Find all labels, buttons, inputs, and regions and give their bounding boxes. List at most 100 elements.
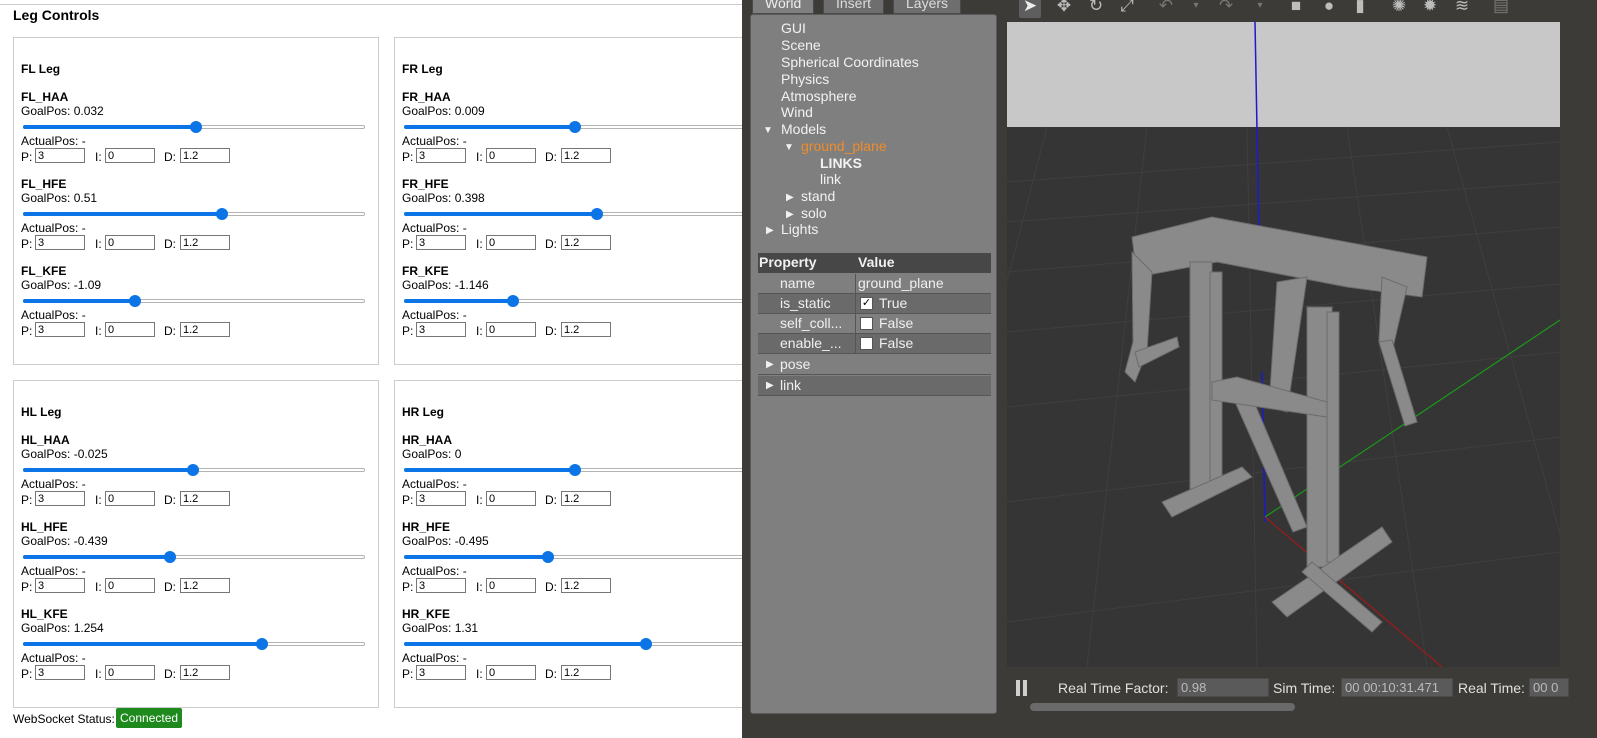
tree-item-wind[interactable]: Wind — [781, 104, 813, 120]
i-gain-input[interactable] — [105, 148, 155, 163]
expanded-arrow-icon[interactable]: ▼ — [784, 142, 794, 153]
tab-insert[interactable]: Insert — [823, 0, 885, 14]
i-gain-input[interactable] — [105, 491, 155, 506]
redo-dropdown-icon[interactable]: ▾ — [1249, 0, 1271, 18]
undo-icon[interactable]: ↶ — [1155, 0, 1177, 18]
d-gain-input[interactable] — [561, 578, 611, 593]
collapsed-arrow-icon[interactable]: ▶ — [786, 209, 794, 220]
goal-position-slider[interactable] — [23, 207, 365, 221]
d-gain-input[interactable] — [180, 322, 230, 337]
goal-position-slider[interactable] — [404, 294, 746, 308]
box-icon[interactable]: ■ — [1285, 0, 1307, 18]
p-gain-input[interactable] — [416, 578, 466, 593]
collapsed-arrow-icon[interactable]: ▶ — [766, 359, 774, 370]
property-row-self-collide[interactable]: self_coll... False — [758, 314, 991, 334]
i-gain-input[interactable] — [486, 322, 536, 337]
p-gain-input[interactable] — [35, 665, 85, 680]
tree-item-ground-plane[interactable]: ground_plane — [801, 138, 887, 154]
tab-layers[interactable]: Layers — [893, 0, 962, 14]
cylinder-icon[interactable]: ▮ — [1349, 0, 1371, 18]
slider-thumb[interactable] — [164, 551, 177, 563]
spot-light-icon[interactable]: ✹ — [1419, 0, 1441, 18]
i-gain-input[interactable] — [105, 665, 155, 680]
slider-thumb[interactable] — [256, 638, 269, 650]
goal-position-slider[interactable] — [404, 207, 746, 221]
directional-light-icon[interactable]: ≋ — [1451, 0, 1473, 18]
p-gain-input[interactable] — [416, 235, 466, 250]
property-row-link[interactable]: ▶ link — [758, 376, 991, 396]
p-gain-input[interactable] — [35, 578, 85, 593]
property-row-name[interactable]: name ground_plane — [758, 274, 991, 294]
tree-item-solo[interactable]: solo — [801, 205, 827, 221]
sphere-icon[interactable]: ● — [1318, 0, 1340, 18]
collapsed-arrow-icon[interactable]: ▶ — [766, 225, 774, 236]
p-gain-input[interactable] — [416, 148, 466, 163]
slider-thumb[interactable] — [569, 121, 582, 133]
slider-thumb[interactable] — [506, 295, 519, 307]
is-static-checkbox[interactable]: ✓ — [860, 297, 873, 310]
i-gain-input[interactable] — [105, 235, 155, 250]
tree-item-stand[interactable]: stand — [801, 188, 835, 204]
goal-position-slider[interactable] — [23, 294, 365, 308]
tree-item-scene[interactable]: Scene — [781, 37, 821, 53]
slider-thumb[interactable] — [542, 551, 555, 563]
slider-thumb[interactable] — [590, 208, 603, 220]
p-gain-input[interactable] — [416, 491, 466, 506]
p-gain-input[interactable] — [35, 322, 85, 337]
d-gain-input[interactable] — [180, 148, 230, 163]
slider-thumb[interactable] — [186, 464, 199, 476]
goal-position-slider[interactable] — [23, 637, 365, 651]
property-row-enable-wind[interactable]: enable_... False — [758, 334, 991, 354]
select-arrow-icon[interactable]: ➤ — [1019, 0, 1041, 18]
collapsed-arrow-icon[interactable]: ▶ — [786, 192, 794, 203]
goal-position-slider[interactable] — [23, 120, 365, 134]
rotate-icon[interactable]: ↻ — [1085, 0, 1107, 18]
tree-item-physics[interactable]: Physics — [781, 71, 829, 87]
i-gain-input[interactable] — [105, 578, 155, 593]
tab-world[interactable]: World — [752, 0, 815, 14]
goal-position-slider[interactable] — [404, 120, 746, 134]
horizontal-scrollbar[interactable] — [1030, 703, 1295, 711]
p-gain-input[interactable] — [35, 491, 85, 506]
goal-position-slider[interactable] — [23, 550, 365, 564]
p-gain-input[interactable] — [416, 665, 466, 680]
tree-item-lights[interactable]: Lights — [781, 221, 818, 237]
d-gain-input[interactable] — [180, 578, 230, 593]
enable-wind-checkbox[interactable] — [860, 337, 873, 350]
tree-item-atmosphere[interactable]: Atmosphere — [781, 88, 856, 104]
tree-item-gui[interactable]: GUI — [781, 20, 806, 36]
translate-icon[interactable]: ✥ — [1053, 0, 1075, 18]
undo-dropdown-icon[interactable]: ▾ — [1185, 0, 1207, 18]
i-gain-input[interactable] — [486, 578, 536, 593]
expanded-arrow-icon[interactable]: ▼ — [763, 125, 773, 136]
p-gain-input[interactable] — [416, 322, 466, 337]
slider-thumb[interactable] — [215, 208, 228, 220]
scale-icon[interactable]: ⤢ — [1116, 0, 1138, 18]
d-gain-input[interactable] — [561, 148, 611, 163]
d-gain-input[interactable] — [180, 665, 230, 680]
slider-thumb[interactable] — [189, 121, 202, 133]
i-gain-input[interactable] — [105, 322, 155, 337]
d-gain-input[interactable] — [561, 235, 611, 250]
d-gain-input[interactable] — [561, 665, 611, 680]
pause-icon[interactable] — [1016, 680, 1030, 696]
d-gain-input[interactable] — [561, 322, 611, 337]
slider-thumb[interactable] — [128, 295, 141, 307]
goal-position-slider[interactable] — [404, 550, 746, 564]
goal-position-slider[interactable] — [404, 637, 746, 651]
slider-thumb[interactable] — [569, 464, 581, 476]
self-collide-checkbox[interactable] — [860, 317, 873, 330]
goal-position-slider[interactable] — [23, 463, 365, 477]
i-gain-input[interactable] — [486, 148, 536, 163]
tree-item-models[interactable]: Models — [781, 121, 826, 137]
d-gain-input[interactable] — [180, 491, 230, 506]
3d-viewport[interactable] — [1007, 22, 1560, 667]
redo-icon[interactable]: ↷ — [1215, 0, 1237, 18]
i-gain-input[interactable] — [486, 235, 536, 250]
tree-item-link[interactable]: link — [820, 171, 841, 187]
p-gain-input[interactable] — [35, 235, 85, 250]
property-row-is-static[interactable]: is_static ✓ True — [758, 294, 991, 314]
i-gain-input[interactable] — [486, 665, 536, 680]
goal-position-slider[interactable] — [404, 463, 746, 477]
property-row-pose[interactable]: ▶ pose — [758, 355, 991, 375]
